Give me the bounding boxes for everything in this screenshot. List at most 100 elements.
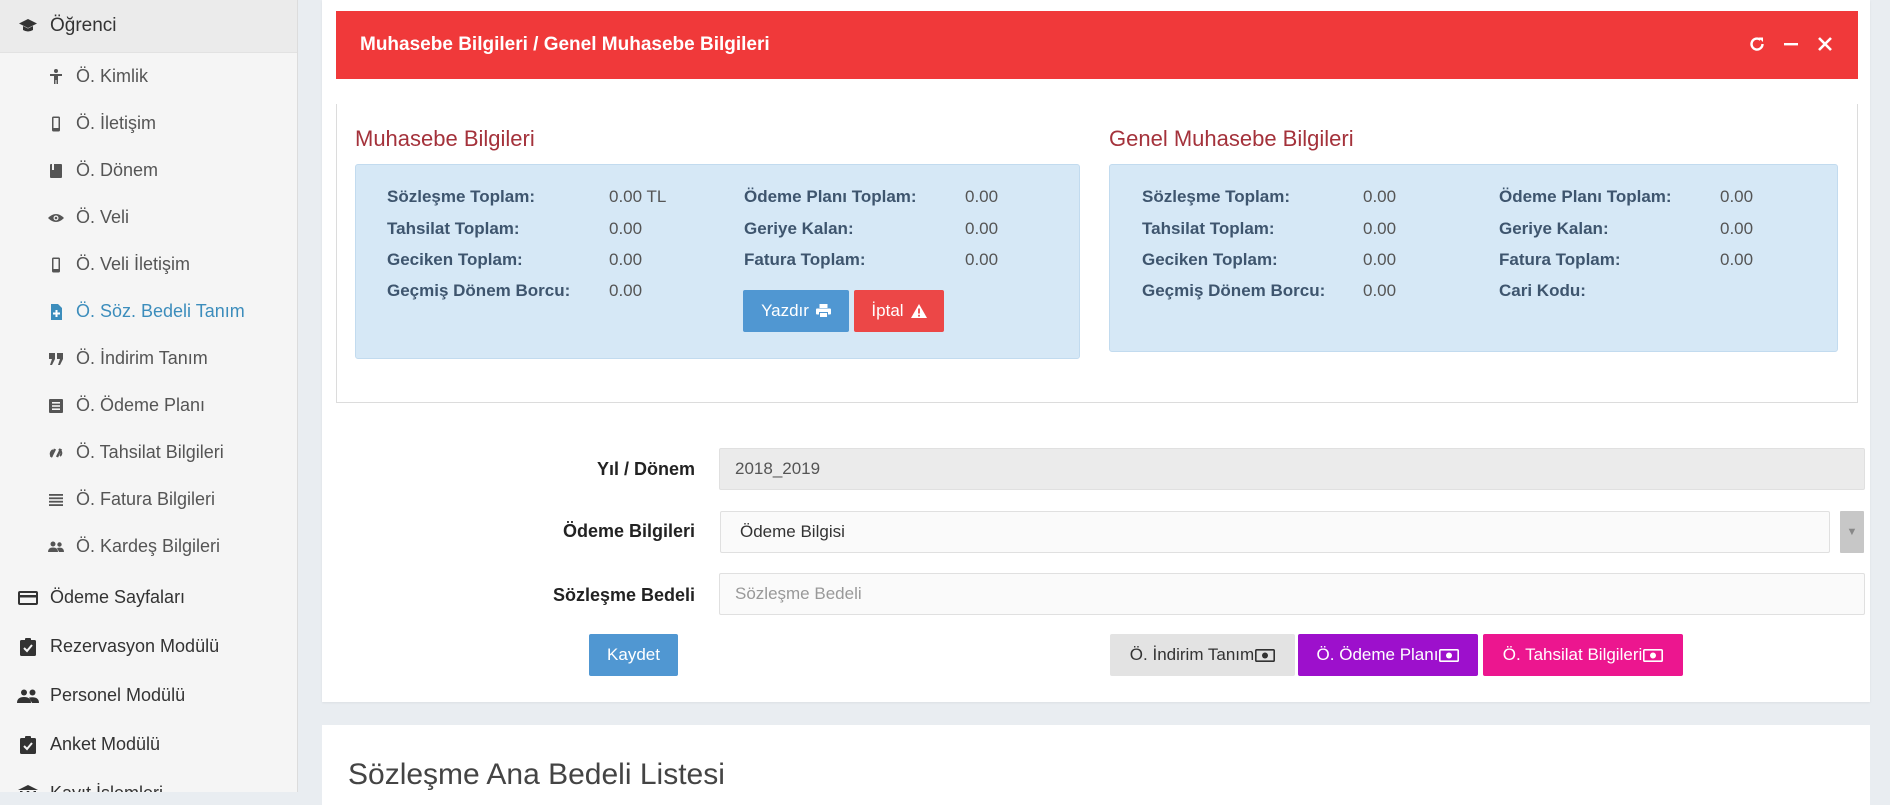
save-button-label: Kaydet bbox=[607, 645, 660, 664]
info-value: 0.00 bbox=[609, 281, 643, 300]
info-row: Sözleşme Toplam: bbox=[387, 187, 535, 206]
sidebar-item-label: Ö. İndirim Tanım bbox=[76, 348, 208, 368]
payment-info-select[interactable]: Ödeme Bilgisi bbox=[720, 511, 1830, 553]
sidebar-item-veli-iletisim[interactable]: Ö. Veli İletişim bbox=[0, 241, 297, 288]
sidebar-item-kardes-bilgileri[interactable]: Ö. Kardeş Bilgileri bbox=[0, 523, 297, 570]
main-content: Muhasebe Bilgileri / Genel Muhasebe Bilg… bbox=[298, 0, 1890, 805]
info-value: 0.00 bbox=[965, 187, 999, 206]
mobile-icon bbox=[48, 116, 64, 132]
contract-label: Sözleşme Bedeli bbox=[552, 585, 695, 605]
info-value: 0.00 bbox=[965, 250, 999, 269]
payment-info-label: Ödeme Bilgileri bbox=[562, 521, 695, 541]
collection-info-button[interactable]: Ö. Tahsilat Bilgileri bbox=[1483, 634, 1683, 676]
payment-plan-button[interactable]: Ö. Ödeme Planı bbox=[1298, 634, 1478, 676]
sidebar-item-fatura-bilgileri[interactable]: Ö. Fatura Bilgileri bbox=[0, 476, 297, 523]
info-row: Cari Kodu: bbox=[1499, 281, 1586, 300]
discount-definition-button[interactable]: Ö. İndirim Tanım bbox=[1110, 634, 1295, 676]
money-icon bbox=[1643, 648, 1664, 662]
list-box-icon bbox=[48, 398, 64, 414]
sidebar-item-label: Rezervasyon Modülü bbox=[50, 636, 220, 656]
sidebar-item-iletisim[interactable]: Ö. İletişim bbox=[0, 100, 297, 147]
left-info-box: Sözleşme Toplam: 0.00 TL Tahsilat Toplam… bbox=[355, 164, 1080, 359]
sidebar-item-label: Kayıt İşlemleri bbox=[50, 783, 163, 792]
printer-icon bbox=[815, 304, 831, 318]
close-icon[interactable] bbox=[1814, 33, 1836, 55]
info-value: 0.00 bbox=[965, 219, 999, 238]
sidebar-item-label: Anket Modülü bbox=[50, 734, 161, 754]
info-value: 0.00 bbox=[1720, 250, 1754, 269]
sidebar-item-anket[interactable]: Anket Modülü bbox=[0, 720, 297, 769]
sidebar-item-soz-bedeli-tanim[interactable]: Ö. Söz. Bedeli Tanım bbox=[0, 288, 297, 335]
info-panel: Muhasebe Bilgileri Sözleşme Toplam: 0.00… bbox=[336, 104, 1858, 403]
info-value: 0.00 bbox=[1720, 187, 1754, 206]
sidebar-item-label: Ö. Dönem bbox=[76, 160, 159, 180]
panel-title: Muhasebe Bilgileri / Genel Muhasebe Bilg… bbox=[360, 34, 770, 55]
sidebar-item-label: Ö. Kardeş Bilgileri bbox=[76, 536, 221, 556]
money-icon bbox=[1255, 648, 1276, 662]
link-icon bbox=[48, 445, 64, 461]
sidebar-item-label: Ö. Ödeme Planı bbox=[76, 395, 206, 415]
warning-icon bbox=[910, 304, 927, 318]
book-icon bbox=[48, 163, 64, 179]
person-icon bbox=[48, 68, 64, 85]
sidebar-item-tahsilat-bilgileri[interactable]: Ö. Tahsilat Bilgileri bbox=[0, 429, 297, 476]
sidebar-item-personel[interactable]: Personel Modülü bbox=[0, 671, 297, 720]
chevron-down-icon[interactable]: ▼ bbox=[1840, 511, 1864, 553]
panel-tools bbox=[1746, 33, 1836, 55]
info-value: 0.00 bbox=[1363, 250, 1397, 269]
refresh-icon[interactable] bbox=[1746, 33, 1768, 55]
credit-card-icon bbox=[16, 588, 40, 608]
info-value: 0.00 bbox=[1363, 219, 1397, 238]
info-value: 0.00 TL bbox=[609, 187, 667, 206]
mobile-icon bbox=[48, 257, 64, 273]
info-row: Fatura Toplam: bbox=[744, 250, 866, 269]
info-row: Geriye Kalan: bbox=[1499, 219, 1609, 238]
graduation-cap-icon bbox=[16, 16, 40, 36]
list-title: Sözleşme Ana Bedeli Listesi bbox=[348, 758, 725, 791]
sidebar-item-veli[interactable]: Ö. Veli bbox=[0, 194, 297, 241]
bank-icon bbox=[16, 784, 40, 792]
sidebar-item-label: Ö. Söz. Bedeli Tanım bbox=[76, 301, 245, 321]
contract-field[interactable]: Sözleşme Bedeli bbox=[719, 573, 1865, 615]
sidebar-item-label: Öğrenci bbox=[50, 15, 117, 36]
clipboard-icon bbox=[16, 637, 40, 657]
print-button-label: Yazdır bbox=[761, 301, 809, 320]
sidebar-item-kimlik[interactable]: Ö. Kimlik bbox=[0, 53, 297, 100]
info-row: Geçmiş Dönem Borcu: bbox=[1142, 281, 1326, 300]
payment-info-value: Ödeme Bilgisi bbox=[740, 522, 845, 541]
discount-button-label: Ö. İndirim Tanım bbox=[1129, 645, 1255, 664]
left-panel-title: Muhasebe Bilgileri bbox=[355, 126, 535, 151]
print-button[interactable]: Yazdır bbox=[743, 290, 849, 332]
list-card: Sözleşme Ana Bedeli Listesi bbox=[322, 725, 1870, 805]
right-panel-title: Genel Muhasebe Bilgileri bbox=[1109, 126, 1354, 151]
sidebar-item-odeme-sayfalari[interactable]: Ödeme Sayfaları bbox=[0, 573, 297, 622]
cancel-button[interactable]: İptal bbox=[854, 290, 944, 332]
collection-button-label: Ö. Tahsilat Bilgileri bbox=[1502, 645, 1643, 664]
info-value: 0.00 bbox=[609, 219, 643, 238]
sidebar-item-odeme-plani[interactable]: Ö. Ödeme Planı bbox=[0, 382, 297, 429]
eye-icon bbox=[48, 210, 64, 226]
sidebar-item-ogrenci[interactable]: Öğrenci bbox=[0, 0, 297, 53]
info-row: Tahsilat Toplam: bbox=[1142, 219, 1275, 238]
sidebar-item-label: Personel Modülü bbox=[50, 685, 186, 705]
sidebar-item-label: Ö. İletişim bbox=[76, 113, 157, 133]
sidebar-item-donem[interactable]: Ö. Dönem bbox=[0, 147, 297, 194]
sidebar-item-kayit-islemleri[interactable]: Kayıt İşlemleri bbox=[0, 769, 297, 792]
cancel-button-label: İptal bbox=[871, 301, 904, 320]
sidebar-item-indirim-tanim[interactable]: Ö. İndirim Tanım bbox=[0, 335, 297, 382]
sidebar-item-label: Ödeme Sayfaları bbox=[50, 587, 186, 607]
info-value: 0.00 bbox=[1363, 187, 1397, 206]
info-row: Geriye Kalan: bbox=[744, 219, 854, 238]
year-field[interactable]: 2018_2019 bbox=[719, 448, 1865, 490]
payment-plan-button-label: Ö. Ödeme Planı bbox=[1316, 645, 1439, 664]
panel-header: Muhasebe Bilgileri / Genel Muhasebe Bilg… bbox=[336, 11, 1858, 79]
sidebar-item-rezervasyon[interactable]: Rezervasyon Modülü bbox=[0, 622, 297, 671]
year-label: Yıl / Dönem bbox=[596, 459, 695, 479]
save-button[interactable]: Kaydet bbox=[589, 634, 678, 676]
info-row: Geçmiş Dönem Borcu: bbox=[387, 281, 571, 300]
clipboard-icon bbox=[16, 735, 40, 755]
info-value: 0.00 bbox=[1363, 281, 1397, 300]
sidebar-item-label: Ö. Veli İletişim bbox=[76, 254, 191, 274]
info-value: 0.00 bbox=[1720, 219, 1754, 238]
minimize-icon[interactable] bbox=[1780, 33, 1802, 55]
